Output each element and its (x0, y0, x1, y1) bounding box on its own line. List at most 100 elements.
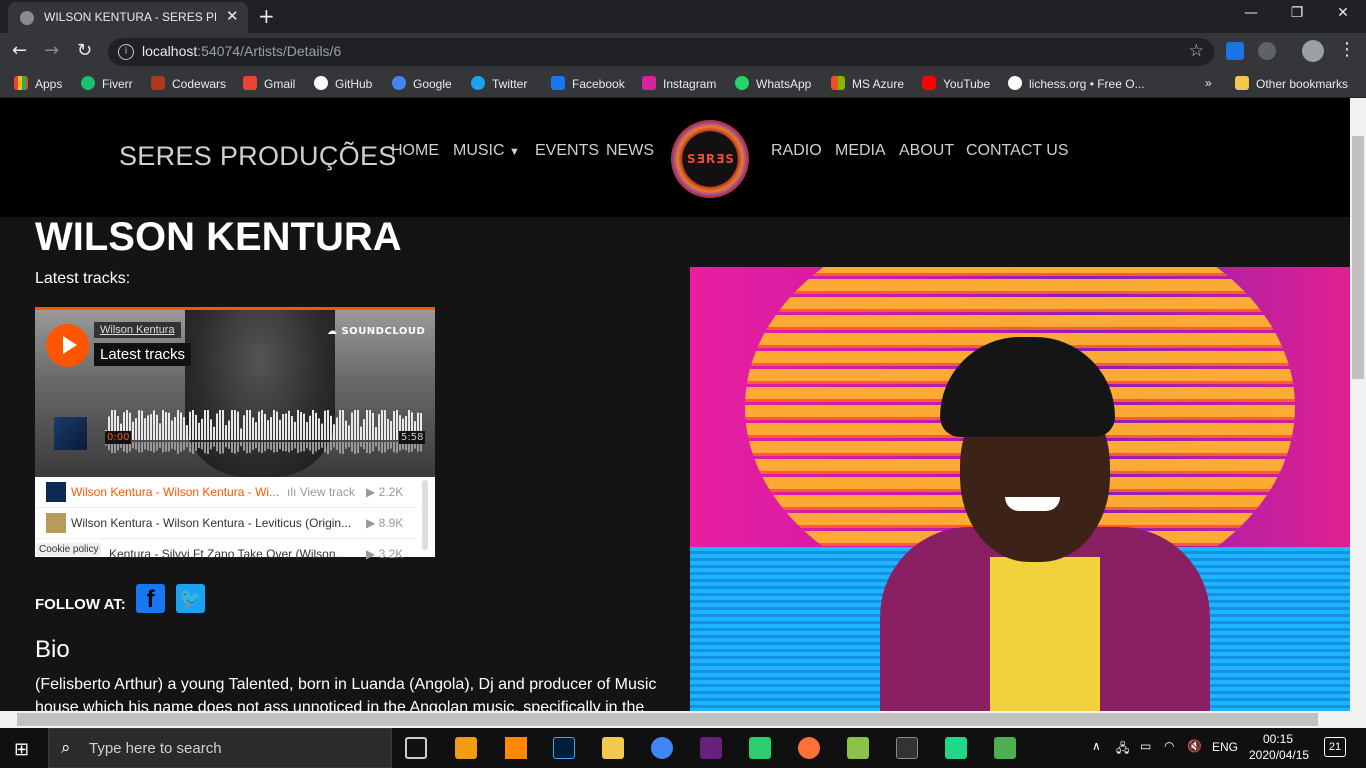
waveform[interactable] (105, 410, 425, 454)
site-info-icon[interactable]: i (118, 44, 134, 60)
nav-contact[interactable]: CONTACT US (966, 142, 1069, 160)
download-extension-icon[interactable] (1226, 42, 1244, 60)
language-indicator[interactable]: ENG (1212, 740, 1238, 754)
bookmark-apps[interactable]: Apps (14, 76, 62, 91)
taskbar-search[interactable]: ⌕ Type here to search (48, 728, 392, 768)
soundcloud-user-link[interactable]: Wilson Kentura (94, 322, 181, 338)
nav-home[interactable]: HOME (391, 142, 439, 160)
zoom-extension-icon[interactable] (1258, 42, 1276, 60)
waveform-reflection (255, 442, 257, 449)
bookmark-youtube[interactable]: YouTube (922, 76, 990, 91)
clock-time[interactable]: 00:15 (1263, 732, 1293, 746)
play-count: ▶ 3.2K (366, 547, 404, 560)
profile-avatar[interactable] (1302, 40, 1324, 62)
wifi-icon[interactable]: ◠ (1164, 739, 1174, 753)
vertical-scroll-thumb[interactable] (1352, 136, 1364, 379)
waveform-reflection (339, 442, 341, 454)
tracklist-scrollbar[interactable] (422, 480, 428, 550)
soundcloud-playlist-title[interactable]: Latest tracks (94, 343, 192, 366)
bookmark-google[interactable]: Google (392, 76, 452, 91)
waveform-reflection (252, 442, 254, 450)
close-tab-icon[interactable]: ✕ (226, 7, 239, 25)
twitter-icon[interactable]: 🐦 (176, 584, 205, 613)
bookmark-ms-azure[interactable]: MS Azure (831, 76, 904, 91)
nav-news[interactable]: NEWS (606, 142, 654, 160)
bookmark-twitter[interactable]: Twitter (471, 76, 527, 91)
bookmark-fiverr[interactable]: Fiverr (81, 76, 133, 91)
browser-tab[interactable]: WILSON KENTURA - SERES PRODU ✕ (8, 2, 248, 33)
waveform-bar (174, 417, 176, 440)
forward-icon[interactable]: → (44, 40, 59, 61)
track-row[interactable]: Wilson Kentura - Wilson Kentura - Wi... … (35, 477, 418, 508)
site-brand[interactable]: SERES PRODUÇÕES (119, 141, 397, 172)
horizontal-scroll-thumb[interactable] (17, 713, 1318, 726)
bookmark-gmail[interactable]: Gmail (243, 76, 295, 91)
view-track-link[interactable]: ılı View track (287, 485, 355, 499)
file-explorer-icon[interactable] (602, 737, 624, 759)
bookmark-whatsapp[interactable]: WhatsApp (735, 76, 811, 91)
firefox-icon[interactable] (798, 737, 820, 759)
tray-chevron-icon[interactable]: ∧ (1092, 739, 1101, 753)
bookmark-facebook[interactable]: Facebook (551, 76, 625, 91)
terminal-icon[interactable] (896, 737, 918, 759)
waveform-bar (366, 410, 368, 440)
close-window-icon[interactable]: ✕ (1320, 5, 1366, 21)
waveform-bar (384, 410, 386, 440)
waveform-bar (294, 421, 296, 440)
bookmark-lichess[interactable]: lichess.org • Free O... (1008, 76, 1145, 91)
waveform-reflection (333, 442, 335, 448)
photoshop-icon[interactable] (553, 737, 575, 759)
battery-icon[interactable]: ▭ (1140, 739, 1151, 753)
waveform-reflection (327, 442, 329, 454)
new-tab-icon[interactable]: + (258, 4, 275, 28)
track-name[interactable]: Wilson Kentura - Wilson Kentura - Leviti… (71, 516, 361, 530)
soundcloud-logo[interactable]: ☁ SOUNDCLOUD (327, 326, 425, 337)
play-button[interactable] (46, 324, 89, 367)
nav-radio[interactable]: RADIO (771, 142, 822, 160)
restore-icon[interactable]: ❐ (1274, 5, 1320, 21)
chrome-icon[interactable] (651, 737, 673, 759)
nav-about[interactable]: ABOUT (899, 142, 954, 160)
sourcetree-icon[interactable] (749, 737, 771, 759)
fl-studio-icon[interactable] (455, 737, 477, 759)
notification-center-icon[interactable]: 21 (1324, 737, 1346, 757)
nav-media[interactable]: MEDIA (835, 142, 886, 160)
more-bookmarks-chevron[interactable]: » (1205, 76, 1212, 90)
nav-music[interactable]: MUSIC ▼ (453, 142, 520, 160)
nav-events[interactable]: EVENTS (535, 142, 599, 160)
minimize-icon[interactable]: — (1228, 5, 1274, 21)
bookmark-star-icon[interactable]: ☆ (1189, 41, 1204, 61)
track-name[interactable]: Kentura - Silvyi Ft Zano Take Over (Wils… (109, 547, 399, 560)
waveform-bar (354, 410, 356, 440)
snipping-tool-icon[interactable] (847, 737, 869, 759)
waveform-reflection (282, 442, 284, 452)
notepad-icon[interactable] (994, 737, 1016, 759)
reload-icon[interactable]: ↻ (77, 40, 92, 61)
windows-start-icon[interactable]: ⊞ (14, 739, 29, 760)
visual-studio-icon[interactable] (700, 737, 722, 759)
back-icon[interactable]: ← (12, 40, 27, 61)
waveform-bar (240, 428, 242, 440)
clock-date[interactable]: 2020/04/15 (1249, 748, 1309, 762)
cookie-policy-link[interactable]: Cookie policy (36, 543, 102, 556)
task-view-icon[interactable] (405, 737, 427, 759)
track-row[interactable]: Wilson Kentura - Wilson Kentura - Leviti… (35, 508, 418, 539)
url-text[interactable]: localhost:54074/Artists/Details/6 (142, 43, 341, 59)
site-logo[interactable]: SƎRƎS (671, 120, 749, 198)
volume-muted-icon[interactable]: 🔇 (1187, 739, 1202, 753)
menu-kebab-icon[interactable]: ⋮ (1338, 39, 1356, 60)
address-bar[interactable]: i localhost:54074/Artists/Details/6 ☆ (108, 38, 1214, 66)
track-thumbnail[interactable] (54, 417, 87, 450)
track-name[interactable]: Wilson Kentura - Wilson Kentura - Wi... (71, 485, 281, 499)
vlc-icon[interactable] (505, 737, 527, 759)
other-bookmarks-folder[interactable]: Other bookmarks (1235, 76, 1348, 91)
bookmark-instagram[interactable]: Instagram (642, 76, 716, 91)
pycharm-icon[interactable] (945, 737, 967, 759)
waveform-reflection (213, 442, 215, 447)
network-error-icon[interactable]: 🖧 (1116, 739, 1129, 760)
facebook-icon[interactable]: f (136, 584, 165, 613)
caret-down-icon: ▼ (509, 146, 520, 158)
bookmark-github[interactable]: GitHub (314, 76, 372, 91)
waveform-reflection (264, 442, 266, 452)
bookmark-codewars[interactable]: Codewars (151, 76, 226, 91)
